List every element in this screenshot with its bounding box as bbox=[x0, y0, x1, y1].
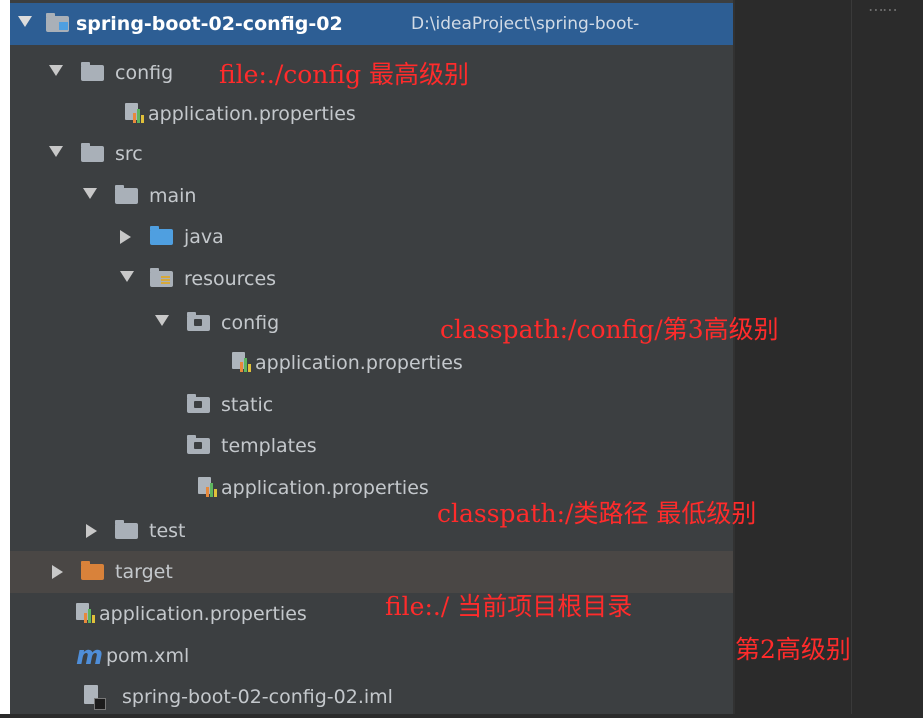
folder-icon bbox=[115, 185, 138, 204]
expand-arrow-icon[interactable] bbox=[120, 230, 131, 244]
project-folder-icon bbox=[46, 13, 69, 32]
folder-label: static bbox=[221, 394, 274, 416]
tree-row-project-root[interactable]: spring-boot-02-config-02 D:\ideaProject\… bbox=[10, 3, 733, 45]
file-label: application.properties bbox=[221, 477, 429, 499]
folder-icon bbox=[81, 62, 104, 81]
editor-tab-overflow: ⋯⋯ bbox=[868, 0, 898, 14]
folder-label: config bbox=[115, 62, 174, 84]
tree-row-config-application-properties[interactable]: application.properties bbox=[10, 93, 733, 135]
file-label: application.properties bbox=[99, 603, 307, 625]
folder-icon bbox=[115, 520, 138, 539]
annotation-project-root-level: 第2高级别 bbox=[735, 635, 851, 664]
tree-row-pom[interactable]: m pom.xml bbox=[10, 635, 733, 677]
annotation-project-root: file:./ 当前项目根目录 bbox=[385, 592, 633, 621]
tree-row-res-config-application-properties[interactable]: application.properties bbox=[10, 342, 733, 384]
resources-folder-icon bbox=[150, 268, 173, 287]
excluded-folder-icon bbox=[81, 561, 104, 580]
folder-label: target bbox=[115, 561, 173, 583]
project-name: spring-boot-02-config-02 bbox=[76, 13, 343, 35]
folder-icon bbox=[187, 312, 210, 331]
folder-icon bbox=[81, 143, 104, 162]
tree-row-main[interactable]: main bbox=[10, 175, 733, 217]
tree-row-iml[interactable]: spring-boot-02-config-02.iml bbox=[10, 676, 733, 718]
collapse-arrow-icon[interactable] bbox=[18, 16, 32, 27]
folder-label: templates bbox=[221, 435, 317, 457]
folder-icon bbox=[187, 394, 210, 413]
expand-arrow-icon[interactable] bbox=[86, 524, 97, 538]
editor-area[interactable] bbox=[735, 0, 923, 714]
folder-label: resources bbox=[184, 268, 277, 290]
tree-row-target[interactable]: target bbox=[10, 551, 733, 593]
annotation-classpath-root: classpath:/类路径 最低级别 bbox=[437, 499, 757, 528]
tree-row-templates[interactable]: templates bbox=[10, 425, 733, 467]
expand-arrow-icon[interactable] bbox=[52, 565, 63, 579]
annotation-config-dir: file:./config 最高级别 bbox=[219, 60, 470, 89]
folder-label: config bbox=[221, 312, 280, 334]
collapse-arrow-icon[interactable] bbox=[49, 65, 63, 76]
properties-file-icon bbox=[76, 603, 96, 625]
project-path: D:\ideaProject\spring-boot- bbox=[411, 14, 640, 34]
tree-row-resources[interactable]: resources bbox=[10, 258, 733, 300]
folder-icon bbox=[187, 435, 210, 454]
folder-label: test bbox=[149, 520, 186, 542]
file-label: application.properties bbox=[148, 103, 356, 125]
properties-file-icon bbox=[232, 352, 252, 374]
source-folder-icon bbox=[150, 226, 173, 245]
file-label: spring-boot-02-config-02.iml bbox=[122, 686, 393, 708]
tree-row-src[interactable]: src bbox=[10, 133, 733, 175]
collapse-arrow-icon[interactable] bbox=[49, 146, 63, 157]
annotation-classpath-config: classpath:/config/第3高级别 bbox=[440, 315, 779, 344]
properties-file-icon bbox=[198, 477, 218, 499]
folder-label: main bbox=[149, 185, 197, 207]
maven-icon: m bbox=[76, 641, 104, 671]
tree-row-static[interactable]: static bbox=[10, 384, 733, 426]
collapse-arrow-icon[interactable] bbox=[83, 188, 97, 199]
iml-file-icon bbox=[84, 685, 106, 710]
tree-row-java[interactable]: java bbox=[10, 216, 733, 258]
collapse-arrow-icon[interactable] bbox=[155, 315, 169, 326]
properties-file-icon bbox=[125, 103, 145, 125]
file-label: pom.xml bbox=[106, 645, 190, 667]
editor-right-margin bbox=[851, 0, 852, 714]
folder-label: src bbox=[115, 143, 143, 165]
folder-label: java bbox=[184, 226, 224, 248]
collapse-arrow-icon[interactable] bbox=[120, 271, 134, 282]
file-label: application.properties bbox=[255, 352, 463, 374]
window-edge bbox=[0, 0, 10, 714]
